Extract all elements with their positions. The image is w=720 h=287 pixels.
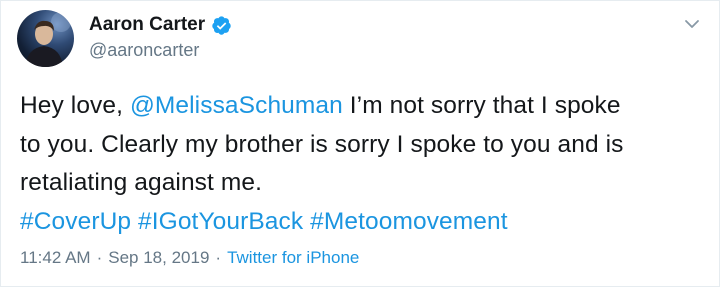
tweet-source-link[interactable]: Twitter for iPhone [227,248,359,268]
tweet-line-1: Hey love, @MelissaSchuman I’m not sorry … [20,87,710,126]
avatar[interactable] [17,10,74,67]
hashtag-link-igotyourback[interactable]: #IGotYourBack [138,208,303,235]
meta-separator: · [96,248,103,267]
mention-link[interactable]: @MelissaSchuman [130,92,343,119]
author-block: Aaron Carter @aaroncarter [89,13,232,61]
tweet-line-2: to you. Clearly my brother is sorry I sp… [20,130,624,158]
tweet-text: Hey love, @MelissaSchuman I’m not sorry … [20,87,710,241]
name-row: Aaron Carter [89,13,232,37]
hashtag-link-coverup[interactable]: #CoverUp [20,208,131,235]
author-handle[interactable]: @aaroncarter [89,40,232,61]
tweet-text-segment: I’m not sorry that I spoke [342,92,621,119]
tweet-meta: 11:42 AM · Sep 18, 2019 · Twitter for iP… [20,248,359,268]
tweet-date[interactable]: Sep 18, 2019 [108,248,209,268]
avatar-image [25,12,71,67]
author-name[interactable]: Aaron Carter [89,14,205,36]
hashtag-link-metoomovement[interactable]: #Metoomovement [310,208,508,235]
meta-separator: · [215,248,222,267]
tweet-line-3: retaliating against me. [20,169,262,196]
hashtag-line: #CoverUp #IGotYourBack #Metoomovement [20,203,710,242]
tweet-time[interactable]: 11:42 AM [20,248,91,268]
tweet-card: Aaron Carter @aaroncarter Hey love, @Mel… [0,0,720,287]
verified-badge-icon [212,15,231,35]
chevron-down-icon[interactable] [683,15,701,33]
tweet-text-segment: Hey love, [20,92,130,119]
